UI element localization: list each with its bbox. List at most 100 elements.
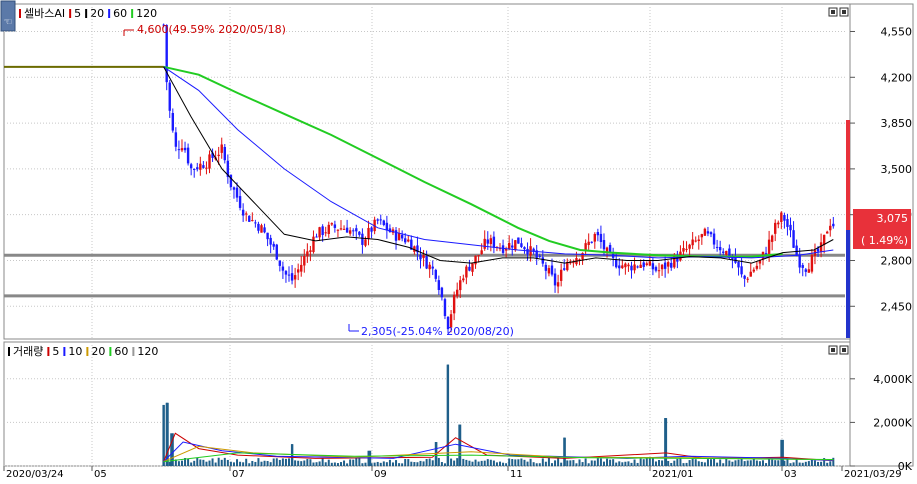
candle-body (352, 230, 355, 232)
candle-body (722, 251, 725, 253)
volume-panel-maximize-button[interactable] (828, 345, 838, 355)
volume-bar (820, 461, 823, 466)
candle-body (755, 265, 759, 269)
volume-bar (624, 461, 627, 466)
volume-bar (260, 461, 263, 466)
candle-body (789, 224, 792, 231)
candle-body (559, 269, 563, 281)
candle-body (431, 266, 434, 269)
volume-bar (361, 463, 364, 466)
candle-body (783, 215, 786, 221)
volume-bar (612, 459, 615, 466)
candle-body (618, 265, 621, 269)
candle-body (400, 234, 404, 239)
candle-body (327, 224, 330, 234)
volume-bar (798, 462, 801, 466)
volume-panel-close-button[interactable] (839, 345, 849, 355)
volume-bar (771, 459, 774, 466)
price-panel-close-button[interactable] (839, 7, 849, 17)
legend-label: 60 (113, 7, 127, 20)
volume-bar (404, 458, 407, 466)
candle-body (621, 265, 624, 269)
volume-bar (658, 460, 661, 466)
candle-body (526, 248, 529, 255)
volume-bar (737, 459, 740, 466)
volume-bar (810, 459, 813, 466)
volume-bar (419, 460, 422, 466)
candle-body (538, 255, 541, 257)
candle-body (786, 219, 789, 227)
candle-body (345, 227, 349, 233)
volume-bar (327, 459, 330, 466)
volume-bar (554, 460, 557, 466)
candle-body (199, 163, 202, 170)
candle-body (694, 240, 697, 242)
volume-bar (486, 459, 489, 466)
volume-bar (407, 459, 410, 466)
candle-body (703, 228, 707, 236)
hand-icon[interactable]: ☜ (0, 0, 16, 32)
volume-bar (575, 463, 578, 466)
price-y-tick-label: 2,800 (881, 254, 913, 267)
candle-body (767, 239, 771, 254)
volume-bar (474, 459, 477, 466)
candle-body (278, 260, 282, 266)
volume-bar (385, 462, 388, 466)
volume-bar (792, 462, 795, 466)
volume-bar (618, 461, 621, 466)
volume-bar (462, 458, 465, 466)
volume-bar (193, 460, 196, 466)
candle-body (715, 246, 719, 248)
legend-label: 거래량 (13, 345, 43, 358)
volume-bar (422, 461, 425, 466)
volume-bar (661, 460, 664, 466)
volume-bar (379, 462, 382, 466)
candle-body (348, 230, 352, 234)
candle-body (725, 250, 728, 255)
candle-body (480, 250, 483, 255)
volume-bar (263, 460, 266, 466)
volume-bar (330, 462, 333, 466)
volume-bar (670, 462, 673, 466)
candle-body (804, 269, 807, 272)
high-annotation-text: 4,600(49.59% 2020/05/18) (137, 23, 286, 36)
candle-body (633, 264, 636, 271)
candle-body (452, 294, 456, 314)
volume-bar (789, 463, 792, 466)
volume-bar (817, 461, 820, 466)
x-tick-label: 2020/03/24 (6, 469, 64, 480)
volume-bar (303, 460, 306, 466)
candle-body (180, 148, 184, 151)
volume-bar (526, 461, 529, 466)
legend-label: 5 (52, 345, 59, 358)
candle-body (443, 299, 447, 317)
volume-bar (248, 463, 251, 466)
volume-bar (297, 460, 300, 466)
candle-body (465, 266, 468, 278)
volume-bar (324, 462, 327, 466)
volume-bar (706, 459, 709, 466)
candle-body (743, 275, 746, 279)
candle-body (333, 224, 337, 228)
volume-bar (499, 461, 502, 466)
volume-bar (602, 461, 605, 466)
candle-body (514, 240, 517, 251)
candle-body (385, 222, 389, 231)
legend-swatch (132, 347, 135, 356)
stock-chart-window: ☜ 셀바스AI 5 20 60 120 거래량 5 10 20 60 120 4,550 4,200… (0, 0, 917, 480)
volume-bar (196, 457, 199, 466)
candle-body (780, 212, 783, 223)
volume-bar (587, 463, 590, 466)
candle-body (654, 267, 658, 271)
candle-body (468, 266, 471, 271)
volume-bar (688, 460, 691, 466)
x-tick-label: 09 (374, 469, 387, 480)
volume-bar (593, 460, 596, 466)
candle-body (770, 235, 774, 242)
x-tick-label: 2021/03/29 (844, 469, 902, 480)
price-y-tick-label: 3,850 (881, 117, 913, 130)
volume-bar (306, 459, 309, 466)
price-panel-maximize-button[interactable] (828, 7, 838, 17)
candle-body (287, 274, 291, 276)
candle-body (645, 263, 648, 265)
